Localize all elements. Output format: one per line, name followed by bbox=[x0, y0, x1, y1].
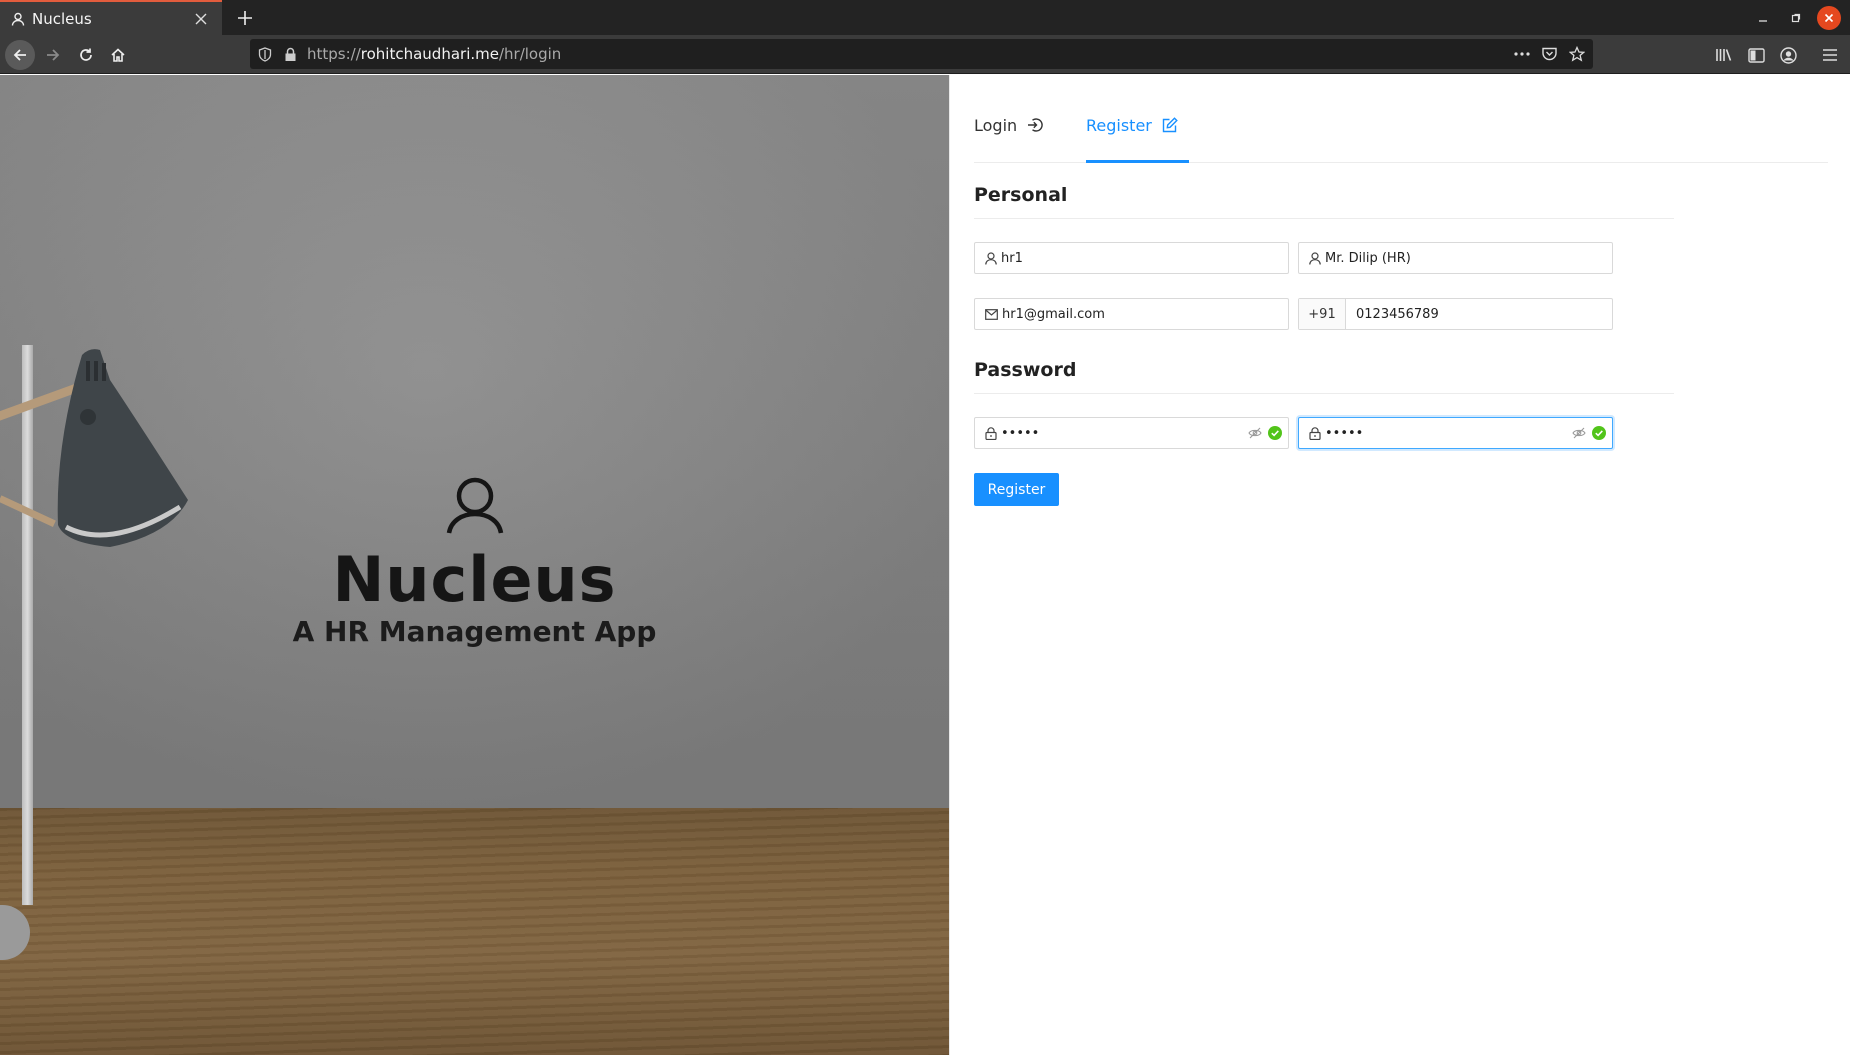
auth-tabs: Login Register bbox=[974, 75, 1828, 163]
section-divider bbox=[974, 393, 1674, 394]
phone-value: 0123456789 bbox=[1356, 306, 1439, 322]
username-field[interactable]: hr1 bbox=[974, 242, 1289, 274]
sidebar-icon[interactable] bbox=[1745, 44, 1767, 66]
home-icon[interactable] bbox=[103, 40, 133, 70]
section-divider bbox=[974, 218, 1674, 219]
phone-field[interactable]: +91 0123456789 bbox=[1298, 298, 1613, 330]
edit-icon bbox=[1162, 117, 1178, 133]
user-icon bbox=[985, 251, 997, 265]
forward-icon[interactable] bbox=[38, 40, 68, 70]
library-icon[interactable] bbox=[1713, 44, 1735, 66]
back-icon[interactable] bbox=[5, 40, 35, 70]
restore-icon[interactable] bbox=[1784, 6, 1808, 30]
email-value: hr1@gmail.com bbox=[1002, 306, 1105, 322]
lock-icon bbox=[1309, 426, 1321, 440]
tab-login[interactable]: Login bbox=[974, 116, 1043, 162]
login-icon bbox=[1027, 117, 1043, 133]
pocket-icon[interactable] bbox=[1542, 47, 1557, 61]
password-value: ••••• bbox=[1001, 425, 1040, 441]
menu-icon[interactable] bbox=[1819, 44, 1841, 66]
account-icon[interactable] bbox=[1777, 44, 1799, 66]
lock-icon bbox=[985, 426, 997, 440]
check-circle-icon bbox=[1268, 426, 1282, 440]
more-actions-icon[interactable] bbox=[1514, 52, 1530, 56]
auth-panel: Login Register Personal hr1 Mr. Dilip (H… bbox=[949, 75, 1850, 1055]
email-field[interactable]: hr1@gmail.com bbox=[974, 298, 1289, 330]
url-text: https://rohitchaudhari.me/hr/login bbox=[307, 45, 562, 63]
hero-content: Nucleus A HR Management App bbox=[0, 75, 949, 1055]
confirm-password-field[interactable]: ••••• bbox=[1298, 417, 1613, 449]
mail-icon bbox=[985, 308, 998, 320]
check-circle-icon bbox=[1592, 426, 1606, 440]
username-value: hr1 bbox=[1001, 250, 1023, 266]
password-field[interactable]: ••••• bbox=[974, 417, 1289, 449]
address-bar[interactable]: https://rohitchaudhari.me/hr/login bbox=[250, 39, 1593, 69]
minimize-icon[interactable] bbox=[1751, 6, 1775, 30]
confirm-password-value: ••••• bbox=[1325, 425, 1364, 441]
hero-panel: Nucleus A HR Management App bbox=[0, 75, 949, 1055]
user-outline-icon bbox=[445, 475, 505, 535]
new-tab-icon[interactable] bbox=[232, 5, 258, 31]
eye-invisible-icon[interactable] bbox=[1248, 427, 1262, 439]
bookmark-star-icon[interactable] bbox=[1569, 46, 1585, 62]
tab-title: Nucleus bbox=[32, 9, 92, 28]
active-tab-indicator bbox=[1086, 160, 1189, 163]
close-window-icon[interactable] bbox=[1817, 6, 1841, 30]
full-name-value: Mr. Dilip (HR) bbox=[1325, 250, 1411, 266]
page-viewport: Nucleus A HR Management App Login Regist… bbox=[0, 75, 1850, 1055]
reload-icon[interactable] bbox=[71, 40, 101, 70]
password-heading: Password bbox=[974, 359, 1077, 381]
lock-icon[interactable] bbox=[284, 47, 297, 62]
browser-toolbar: https://rohitchaudhari.me/hr/login bbox=[0, 35, 1850, 74]
full-name-field[interactable]: Mr. Dilip (HR) bbox=[1298, 242, 1613, 274]
browser-tab-strip: Nucleus bbox=[0, 0, 1850, 35]
phone-country-code: +91 bbox=[1299, 299, 1346, 329]
browser-tab[interactable]: Nucleus bbox=[0, 0, 222, 35]
tracking-shield-icon[interactable] bbox=[258, 46, 272, 62]
eye-invisible-icon[interactable] bbox=[1572, 427, 1586, 439]
personal-heading: Personal bbox=[974, 184, 1068, 206]
user-icon bbox=[11, 12, 25, 26]
user-icon bbox=[1309, 251, 1321, 265]
register-button[interactable]: Register bbox=[974, 473, 1059, 506]
app-subtitle: A HR Management App bbox=[292, 615, 657, 648]
tab-register[interactable]: Register bbox=[1086, 116, 1178, 162]
close-tab-icon[interactable] bbox=[188, 6, 214, 32]
app-title: Nucleus bbox=[332, 543, 617, 616]
